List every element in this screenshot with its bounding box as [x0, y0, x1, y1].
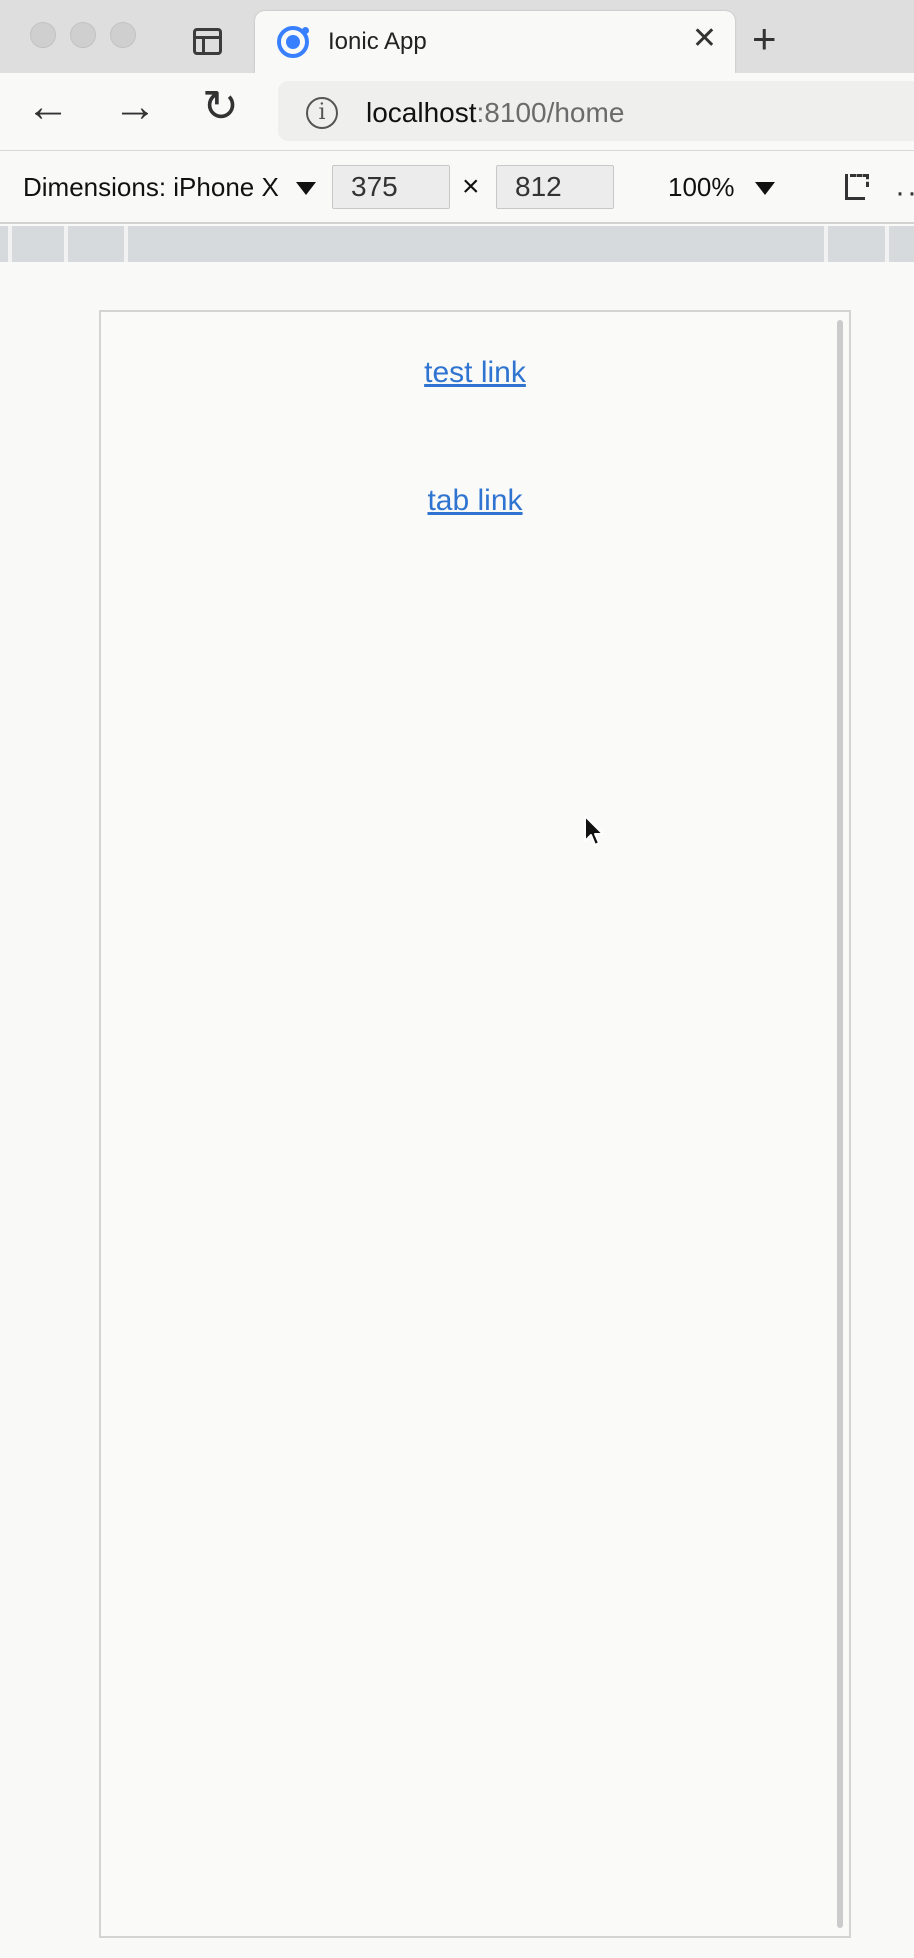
browser-tabstrip: Ionic App ✕ + [0, 0, 914, 73]
responsive-toolbar: Dimensions: iPhone X 375 × 812 100% ·· [0, 152, 914, 224]
media-query-ruler[interactable] [0, 226, 914, 262]
zoom-chevron-down-icon[interactable] [755, 182, 775, 195]
tab-link[interactable]: tab link [101, 484, 849, 518]
ruler-divider [124, 226, 128, 262]
sidebar-toggle-icon[interactable] [193, 28, 222, 55]
scrollbar[interactable] [837, 320, 843, 1928]
chevron-down-icon[interactable] [296, 182, 316, 195]
arrow-left-icon[interactable]: ← [26, 85, 70, 129]
close-icon[interactable]: ✕ [692, 24, 717, 54]
ruler-divider [824, 226, 828, 262]
window-close-dot[interactable] [30, 22, 56, 48]
window-minimize-dot[interactable] [70, 22, 96, 48]
ruler-divider [8, 226, 12, 262]
dimension-separator: × [462, 170, 480, 203]
device-viewport: test link tab link [99, 310, 851, 1938]
viewport-height-input[interactable]: 812 [496, 165, 614, 209]
mouse-cursor-icon [584, 815, 604, 846]
ruler-divider [885, 226, 889, 262]
device-dimensions-select[interactable]: Dimensions: iPhone X [23, 172, 279, 203]
url-host: localhost [366, 97, 477, 128]
more-icon[interactable]: ·· [895, 176, 914, 210]
url-rest: :8100/home [476, 97, 625, 128]
address-bar[interactable]: i localhost:8100/home [278, 81, 914, 141]
ruler-divider [64, 226, 68, 262]
browser-tab-active[interactable]: Ionic App ✕ [255, 11, 735, 73]
reload-icon[interactable]: ↻ [202, 85, 239, 129]
plus-icon[interactable]: + [752, 18, 777, 60]
test-link[interactable]: test link [101, 356, 849, 390]
browser-navbar: ← → ↻ i localhost:8100/home [0, 73, 914, 151]
zoom-select[interactable]: 100% [668, 172, 735, 203]
ionic-favicon-icon [277, 26, 309, 58]
info-icon[interactable]: i [306, 97, 338, 129]
rotate-icon[interactable] [845, 174, 869, 200]
tab-title: Ionic App [328, 28, 427, 55]
viewport-width-input[interactable]: 375 [332, 165, 450, 209]
window-zoom-dot[interactable] [110, 22, 136, 48]
url-text[interactable]: localhost:8100/home [366, 97, 624, 129]
arrow-right-icon[interactable]: → [113, 85, 157, 129]
